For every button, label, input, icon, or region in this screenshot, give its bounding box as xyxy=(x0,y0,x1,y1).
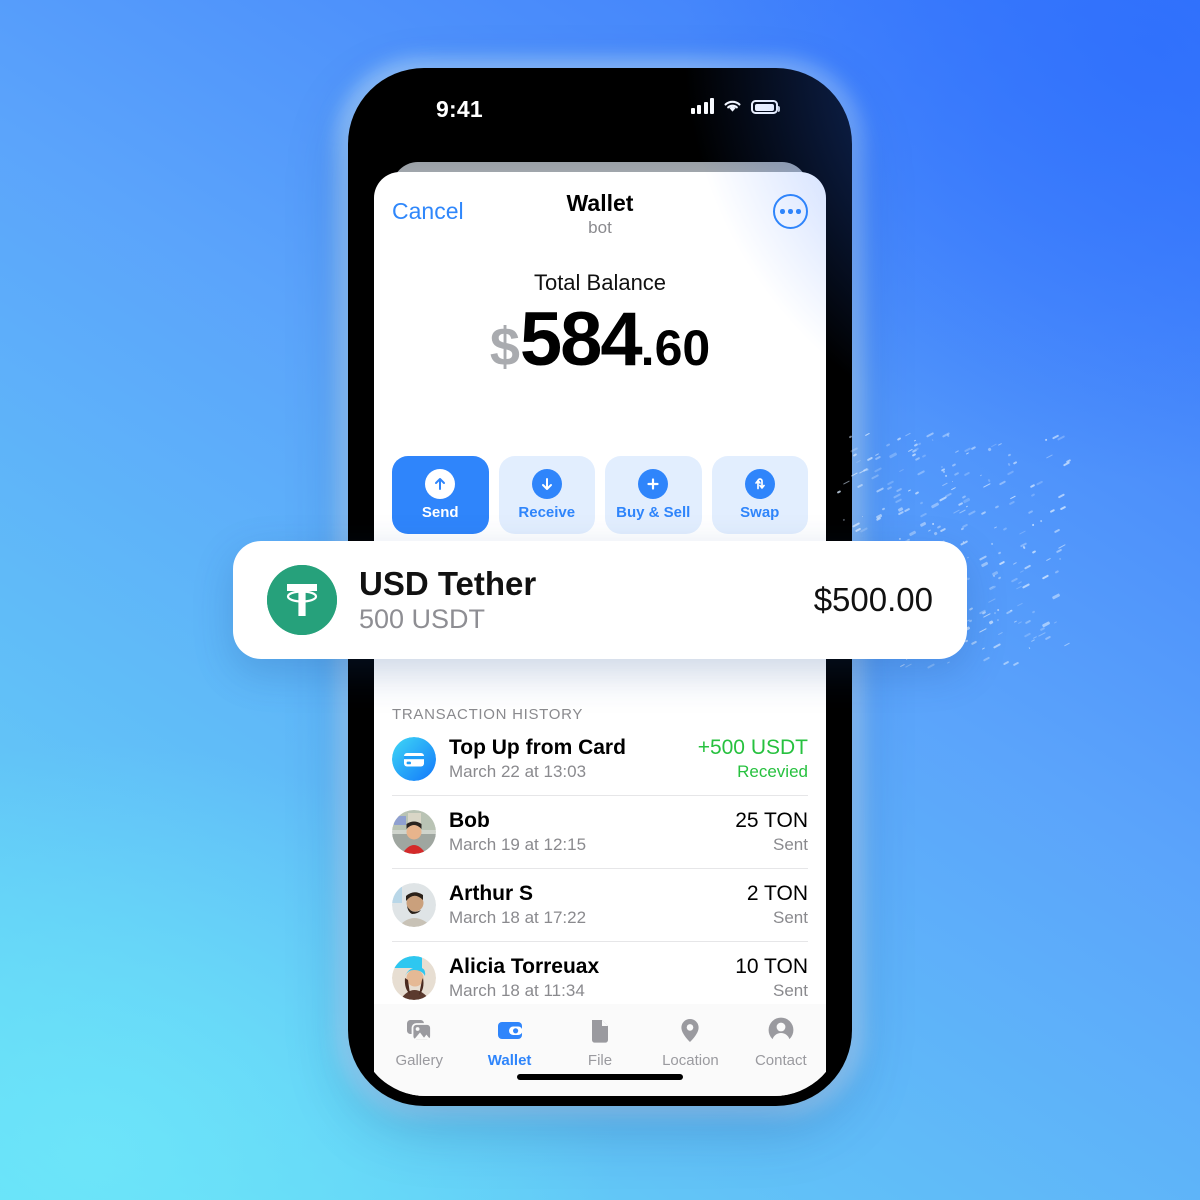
transaction-date: March 19 at 12:15 xyxy=(449,834,587,854)
sheet-nav-bar: Cancel Wallet bot xyxy=(374,172,826,250)
receive-button[interactable]: Receive xyxy=(498,456,595,534)
tab-location[interactable]: Location xyxy=(645,1014,735,1069)
transaction-amount-block: 10 TON Sent xyxy=(735,955,808,1001)
transaction-date: March 18 at 11:34 xyxy=(449,980,585,1000)
more-ellipsis-icon[interactable] xyxy=(773,194,808,229)
asset-amount: $500.00 xyxy=(813,581,933,618)
avatar xyxy=(392,883,436,928)
action-buttons: Send Receive Buy & Sell Swap xyxy=(374,456,826,534)
table-row[interactable]: Top Up from Card March 22 at 13:03 +500 … xyxy=(392,723,808,797)
balance-currency: $ xyxy=(489,317,520,377)
table-row[interactable]: Arthur S March 18 at 17:22 2 TON Sent xyxy=(392,869,808,943)
buy-sell-button-label: Buy & Sell xyxy=(616,504,691,521)
background-gradient: 9:41 Cancel Wallet bot Total Balance $ 5… xyxy=(0,0,1200,1200)
status-badge: Sent xyxy=(773,907,808,927)
arrow-down-icon xyxy=(531,469,562,499)
page-subtitle: bot xyxy=(588,218,612,237)
transaction-amount: 25 TON xyxy=(735,809,808,833)
tether-logo-icon xyxy=(267,565,337,635)
transaction-date: March 18 at 17:22 xyxy=(449,907,587,927)
credit-card-icon xyxy=(392,737,436,781)
balance-integer: 584 xyxy=(519,297,643,382)
total-balance-value: $ 584 .60 xyxy=(374,302,826,378)
receive-button-label: Receive xyxy=(518,504,576,521)
transaction-history-section: TRANSACTION HISTORY Top Up from Card Mar… xyxy=(374,706,826,1014)
status-badge: Sent xyxy=(773,834,808,854)
contact-person-icon xyxy=(767,1014,795,1046)
transaction-date: March 22 at 13:03 xyxy=(449,761,587,781)
avatar xyxy=(392,956,436,1001)
status-badge: Sent xyxy=(773,980,808,1000)
send-button[interactable]: Send xyxy=(392,456,489,534)
avatar xyxy=(392,810,436,855)
transaction-info: Bob March 19 at 12:15 xyxy=(449,809,722,855)
swap-button[interactable]: Swap xyxy=(711,456,808,534)
asset-subtitle: 500 USDT xyxy=(359,603,486,634)
transaction-history-title: TRANSACTION HISTORY xyxy=(392,706,584,723)
home-indicator xyxy=(517,1074,683,1080)
asset-info: USD Tether 500 USDT xyxy=(359,565,792,635)
asset-card-usd-tether[interactable]: USD Tether 500 USDT $500.00 xyxy=(233,541,967,659)
status-bar-indicators xyxy=(690,98,780,114)
transaction-name: Alicia Torreuax xyxy=(449,955,600,979)
status-bar-time: 9:41 xyxy=(436,96,483,122)
tab-wallet-label: Wallet xyxy=(487,1052,532,1069)
wifi-icon xyxy=(724,100,741,112)
transaction-info: Alicia Torreuax March 18 at 11:34 xyxy=(449,955,722,1001)
location-pin-icon xyxy=(676,1014,704,1046)
file-icon xyxy=(586,1014,614,1046)
transaction-name: Bob xyxy=(449,809,490,833)
tab-file-label: File xyxy=(587,1052,613,1069)
asset-name: USD Tether xyxy=(359,565,537,602)
plus-icon xyxy=(638,469,669,499)
status-badge: Recevied xyxy=(737,761,808,781)
status-bar: 9:41 xyxy=(358,78,842,140)
tab-wallet[interactable]: Wallet xyxy=(464,1014,554,1069)
total-balance-label: Total Balance xyxy=(533,270,667,295)
transaction-amount: +500 USDT xyxy=(697,736,808,759)
bottom-tab-bar: Gallery Wallet File Location Contact xyxy=(374,1004,826,1096)
tab-contact-label: Contact xyxy=(754,1052,807,1069)
table-row[interactable]: Bob March 19 at 12:15 25 TON Sent xyxy=(392,796,808,870)
tab-gallery-label: Gallery xyxy=(395,1052,443,1069)
swap-arrows-icon xyxy=(744,469,775,499)
cellular-bars-icon xyxy=(690,98,714,114)
transaction-amount-block: 2 TON Sent xyxy=(747,882,808,928)
transaction-name: Top Up from Card xyxy=(449,736,626,759)
transaction-amount-block: +500 USDT Recevied xyxy=(698,736,808,782)
send-button-label: Send xyxy=(421,504,459,521)
tab-file[interactable]: File xyxy=(555,1014,645,1069)
transaction-info: Top Up from Card March 22 at 13:03 xyxy=(449,736,685,782)
arrow-up-icon xyxy=(425,469,456,499)
transaction-name: Arthur S xyxy=(449,882,533,906)
battery-icon xyxy=(751,100,780,114)
transaction-info: Arthur S March 18 at 17:22 xyxy=(449,882,734,928)
tab-gallery[interactable]: Gallery xyxy=(374,1014,464,1069)
transaction-amount-block: 25 TON Sent xyxy=(735,809,808,855)
balance-decimal: .60 xyxy=(640,320,711,376)
page-title: Wallet xyxy=(566,190,634,216)
buy-sell-button[interactable]: Buy & Sell xyxy=(605,456,702,534)
tab-location-label: Location xyxy=(662,1052,719,1069)
transaction-amount: 10 TON xyxy=(735,955,808,979)
gallery-icon xyxy=(405,1014,433,1046)
transaction-amount: 2 TON xyxy=(746,882,808,906)
tab-contact[interactable]: Contact xyxy=(736,1014,826,1069)
wallet-icon xyxy=(496,1014,524,1046)
swap-button-label: Swap xyxy=(740,504,780,521)
